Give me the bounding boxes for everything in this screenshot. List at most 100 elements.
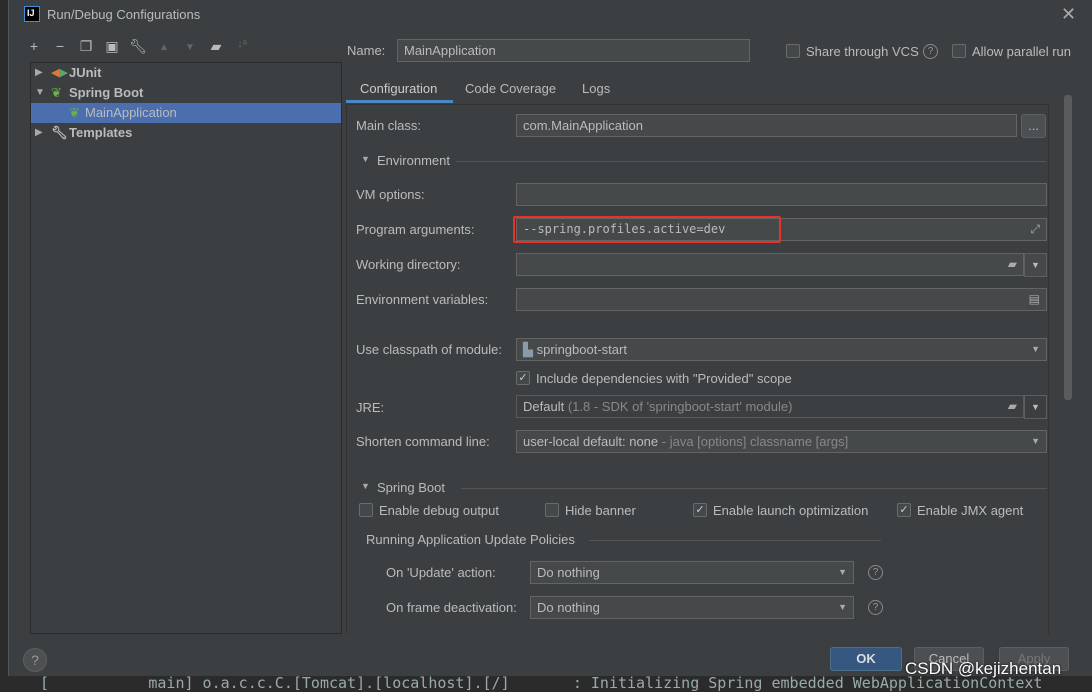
- frame-deactivation-select[interactable]: Do nothing ▼: [530, 596, 854, 619]
- shorten-command-select[interactable]: user-local default: none - java [options…: [516, 430, 1047, 453]
- chevron-down-icon: ▼: [838, 602, 847, 612]
- expand-arrow-icon[interactable]: ▶: [35, 63, 43, 83]
- intellij-logo: IJ: [24, 6, 40, 22]
- help-icon[interactable]: ?: [923, 44, 938, 59]
- tree-item-templates[interactable]: ▶ 🔧︎ Templates: [31, 123, 341, 143]
- working-directory-input[interactable]: ▰: [516, 253, 1024, 276]
- name-input[interactable]: MainApplication: [397, 39, 750, 62]
- jmx-agent-label: Enable JMX agent: [917, 503, 1024, 518]
- help-icon[interactable]: ?: [868, 600, 883, 615]
- ok-button[interactable]: OK: [830, 647, 902, 671]
- tree-item-junit[interactable]: ▶ ◀▶ JUnit: [31, 63, 341, 83]
- background-console-line: [ main] o.a.c.c.C.[Tomcat].[localhost].[…: [40, 674, 1043, 692]
- scrollbar[interactable]: [1064, 95, 1072, 400]
- arrow-up-icon[interactable]: ▲: [155, 42, 173, 53]
- debug-output-checkbox[interactable]: [359, 503, 373, 517]
- environment-variables-label: Environment variables:: [356, 292, 489, 307]
- update-action-label: On 'Update' action:: [386, 565, 496, 580]
- watermark: CSDN @kejizhentan: [905, 659, 1062, 678]
- sort-icon[interactable]: ↓ᵃ: [233, 38, 251, 50]
- update-policies-title: Running Application Update Policies: [366, 532, 575, 547]
- history-dropdown[interactable]: ▼: [1024, 253, 1047, 277]
- folder-icon[interactable]: ▰: [1008, 254, 1017, 275]
- document-icon[interactable]: ▤: [1029, 289, 1040, 310]
- close-icon[interactable]: ✕: [1061, 4, 1076, 25]
- include-provided-label: Include dependencies with "Provided" sco…: [536, 371, 792, 386]
- arrow-down-icon[interactable]: ▼: [181, 42, 199, 53]
- collapse-arrow-icon[interactable]: ▼: [361, 481, 370, 491]
- tree-item-label: JUnit: [69, 65, 102, 80]
- hide-banner-checkbox[interactable]: [545, 503, 559, 517]
- tree-item-label: Templates: [69, 125, 133, 140]
- jre-dropdown[interactable]: ▼: [1024, 395, 1047, 419]
- wrench-icon[interactable]: 🔧︎: [129, 38, 147, 55]
- environment-variables-input[interactable]: ▤: [516, 288, 1047, 311]
- chevron-down-icon: ▼: [1031, 436, 1040, 446]
- tree-item-label: Spring Boot: [69, 85, 144, 100]
- spring-boot-icon: ❦: [69, 105, 80, 120]
- share-vcs-checkbox[interactable]: [786, 44, 800, 58]
- jre-input[interactable]: Default (1.8 - SDK of 'springboot-start'…: [516, 395, 1024, 418]
- chevron-down-icon: ▼: [1031, 344, 1040, 354]
- minus-icon[interactable]: −: [51, 38, 69, 54]
- expand-arrow-icon[interactable]: ▶: [35, 123, 43, 143]
- dialog-title: Run/Debug Configurations: [47, 7, 201, 22]
- jre-label: JRE:: [356, 400, 385, 415]
- jmx-agent-checkbox[interactable]: ✓: [897, 503, 911, 517]
- working-directory-label: Working directory:: [356, 257, 461, 272]
- tree-item-mainapplication[interactable]: ❦ MainApplication: [31, 103, 341, 123]
- expand-icon[interactable]: ⤢: [1030, 219, 1040, 240]
- frame-deactivation-label: On frame deactivation:: [386, 600, 517, 615]
- spring-boot-section-title: Spring Boot: [377, 480, 445, 495]
- tab-code-coverage[interactable]: Code Coverage: [465, 81, 556, 96]
- jre-hint: (1.8 - SDK of 'springboot-start' module): [567, 399, 793, 414]
- junit-icon: ◀▶: [51, 67, 68, 79]
- shorten-command-label: Shorten command line:: [356, 434, 490, 449]
- help-icon[interactable]: ?: [868, 565, 883, 580]
- folder-icon[interactable]: ▰: [1008, 396, 1017, 417]
- divider: [456, 161, 1046, 162]
- classpath-value: springboot-start: [536, 342, 627, 357]
- shorten-value: user-local default: none: [523, 434, 659, 449]
- update-action-select[interactable]: Do nothing ▼: [530, 561, 854, 584]
- spring-boot-icon: ❦: [51, 85, 62, 100]
- frame-deactivation-value: Do nothing: [537, 600, 600, 615]
- tree-item-label: MainApplication: [85, 105, 177, 120]
- new-folder-icon[interactable]: ▰: [207, 38, 225, 55]
- main-class-label: Main class:: [356, 118, 422, 133]
- help-button[interactable]: ?: [23, 648, 47, 672]
- highlight-box: [513, 216, 781, 243]
- divider: [461, 488, 1047, 489]
- classpath-label: Use classpath of module:: [356, 342, 502, 357]
- collapse-arrow-icon[interactable]: ▼: [361, 154, 370, 164]
- copy-icon[interactable]: ❐: [77, 38, 95, 55]
- tab-logs[interactable]: Logs: [582, 81, 610, 96]
- vm-options-input[interactable]: [516, 183, 1047, 206]
- jre-value: Default: [523, 399, 565, 414]
- hide-banner-label: Hide banner: [565, 503, 636, 518]
- run-debug-dialog: IJ Run/Debug Configurations ✕ + − ❐ ▣ 🔧︎…: [8, 0, 1092, 676]
- launch-optimization-label: Enable launch optimization: [713, 503, 869, 518]
- update-action-value: Do nothing: [537, 565, 600, 580]
- shorten-hint: - java [options] classname [args]: [661, 434, 849, 449]
- allow-parallel-label: Allow parallel run: [972, 44, 1071, 59]
- tab-bar: Configuration Code Coverage Logs: [346, 73, 1092, 103]
- plus-icon[interactable]: +: [25, 38, 43, 54]
- launch-optimization-checkbox[interactable]: ✓: [693, 503, 707, 517]
- save-icon[interactable]: ▣: [103, 38, 121, 55]
- collapse-arrow-icon[interactable]: ▼: [35, 83, 45, 103]
- environment-section-title: Environment: [377, 153, 450, 168]
- allow-parallel-checkbox[interactable]: [952, 44, 966, 58]
- main-class-input[interactable]: com.MainApplication: [516, 114, 1017, 137]
- debug-output-label: Enable debug output: [379, 503, 499, 518]
- configuration-tree: ▶ ◀▶ JUnit ▼ ❦ Spring Boot ❦ MainApplica…: [30, 62, 342, 634]
- active-tab-indicator: [346, 100, 453, 103]
- divider: [589, 540, 881, 541]
- chevron-down-icon: ▼: [838, 567, 847, 577]
- tree-item-spring-boot[interactable]: ▼ ❦ Spring Boot: [31, 83, 341, 103]
- browse-button[interactable]: ...: [1021, 114, 1046, 138]
- module-icon: ▙: [523, 342, 533, 357]
- include-provided-checkbox[interactable]: ✓: [516, 371, 530, 385]
- classpath-select[interactable]: ▙ springboot-start ▼: [516, 338, 1047, 361]
- tab-configuration[interactable]: Configuration: [360, 81, 437, 96]
